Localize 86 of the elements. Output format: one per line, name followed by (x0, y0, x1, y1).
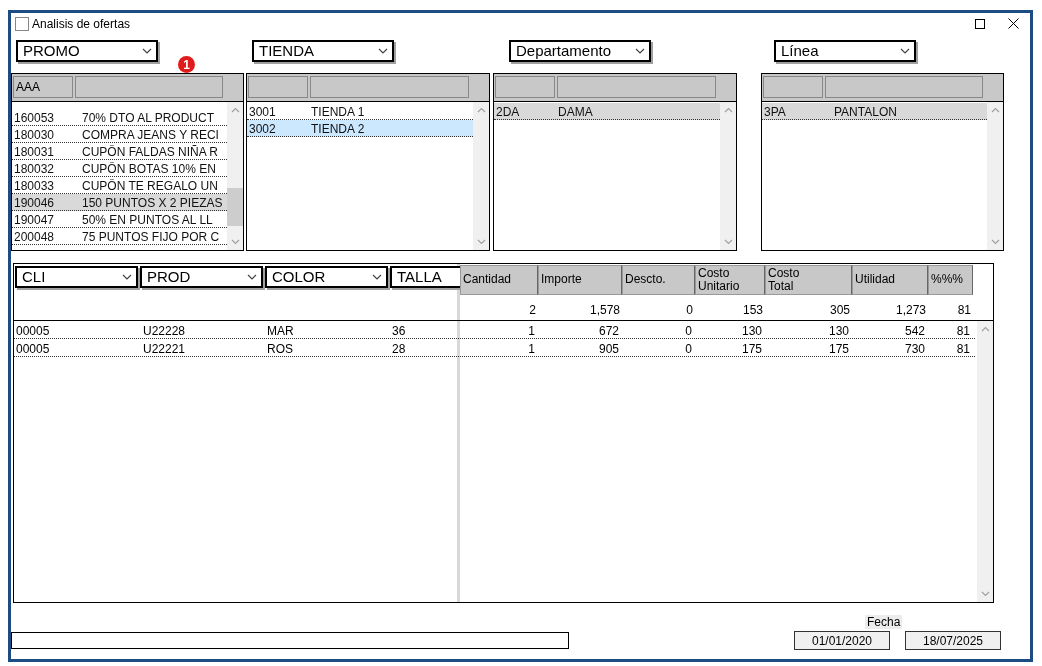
chevron-down-icon (378, 47, 388, 54)
chevron-down-icon (635, 47, 645, 54)
table-cell-text: U22221 (142, 341, 187, 356)
filter-dropdown[interactable]: Departamento (509, 39, 651, 62)
table-cell-text: U22228 (142, 323, 187, 338)
table-cell-text: 0 (684, 323, 693, 338)
column-header[interactable] (310, 76, 469, 99)
square-icon (15, 16, 29, 31)
scrollbar[interactable] (473, 101, 489, 250)
table-cell-text: 0 (684, 341, 693, 356)
filter-dropdown[interactable]: TALLA (390, 265, 460, 288)
list-row[interactable]: 2DA DAMA (494, 102, 720, 120)
table-cell-text: ROS (266, 341, 294, 356)
table-cell-text: 542 (903, 323, 926, 338)
column-header[interactable]: %%% (928, 264, 973, 295)
column-header[interactable]: Costo Total (765, 264, 852, 295)
chevron-down-icon (372, 273, 382, 280)
scroll-up-icon[interactable] (723, 106, 733, 113)
table-cell-text: 81 (955, 341, 971, 356)
date-label: Fecha (865, 615, 903, 629)
filter-dropdown[interactable]: PROMO (16, 39, 158, 62)
filter-dropdown[interactable]: CLI (15, 265, 138, 288)
scroll-down-icon[interactable] (476, 238, 486, 245)
scroll-up-icon[interactable] (990, 106, 1000, 113)
table-cell-text: 28 (391, 341, 407, 356)
total-cell-text: 81 (956, 302, 972, 317)
column-header[interactable] (557, 76, 716, 99)
date-field[interactable]: 18/07/2025 (905, 631, 1001, 650)
chevron-down-icon (247, 273, 257, 280)
table-cell-text: 36 (391, 323, 407, 338)
table-cell-text: 00005 (15, 323, 51, 338)
scrollbar[interactable] (720, 101, 736, 250)
table-cell-text: 730 (903, 341, 926, 356)
close-icon (1007, 18, 1019, 30)
scroll-down-icon[interactable] (990, 238, 1000, 245)
column-header[interactable]: Cantidad (460, 264, 538, 295)
filter-dropdown[interactable]: PROD (140, 265, 263, 288)
total-cell-text: 153 (741, 302, 764, 317)
number-badge: 1 (178, 56, 195, 73)
column-header[interactable]: Utilidad (852, 264, 928, 295)
scroll-up-icon[interactable] (980, 325, 990, 332)
table-cell-text: 175 (827, 341, 850, 356)
filter-dropdown[interactable]: TIENDA (252, 39, 394, 62)
column-header[interactable]: Descto. (622, 264, 695, 295)
table-cell-text: 905 (597, 341, 620, 356)
table-cell-text: 130 (740, 323, 763, 338)
total-cell-text: 305 (828, 302, 851, 317)
table-cell-text: 00005 (15, 341, 51, 356)
table-cell-text: 1 (527, 341, 536, 356)
table-cell-text: 130 (827, 323, 850, 338)
filter-dropdown[interactable]: COLOR (265, 265, 388, 288)
chevron-down-icon (900, 47, 910, 54)
text-field[interactable] (11, 632, 569, 649)
column-header[interactable]: Costo Unitario (695, 264, 765, 295)
filter-dropdown[interactable]: Línea (774, 39, 916, 62)
total-cell-text: 1,273 (894, 302, 927, 317)
table-cell-text: 1 (527, 323, 536, 338)
scrollbar[interactable] (227, 101, 243, 250)
chevron-down-icon (142, 47, 152, 54)
date-field[interactable]: 01/01/2020 (794, 631, 890, 650)
table-cell-text: 175 (740, 341, 763, 356)
scroll-up-icon[interactable] (476, 106, 486, 113)
total-cell-text: 2 (528, 302, 537, 317)
column-header[interactable] (248, 76, 308, 99)
list-row[interactable]: 3PA PANTALON (762, 102, 987, 120)
scroll-down-icon[interactable] (230, 238, 240, 245)
scrollbar[interactable] (987, 101, 1003, 250)
chevron-down-icon (122, 273, 132, 280)
total-cell-text: 0 (685, 302, 694, 317)
table-cell-text: 672 (597, 323, 620, 338)
column-header[interactable] (495, 76, 555, 99)
scroll-up-icon[interactable] (230, 106, 240, 113)
scroll-down-icon[interactable] (980, 591, 990, 597)
column-header[interactable]: Importe (538, 264, 622, 295)
scroll-down-icon[interactable] (723, 238, 733, 245)
column-header[interactable]: AAA (13, 76, 73, 99)
table-cell-text: MAR (266, 323, 295, 338)
scrollbar[interactable] (977, 320, 993, 602)
maximize-icon (975, 18, 985, 29)
list-row[interactable]: 3002 TIENDA 2 (247, 119, 473, 137)
column-header[interactable] (763, 76, 823, 99)
column-header[interactable] (825, 76, 983, 99)
window-title: Analisis de ofertas (32, 16, 132, 31)
total-cell-text: 1,578 (588, 302, 621, 317)
column-header[interactable] (75, 76, 223, 99)
table-cell-text: 81 (955, 323, 971, 338)
